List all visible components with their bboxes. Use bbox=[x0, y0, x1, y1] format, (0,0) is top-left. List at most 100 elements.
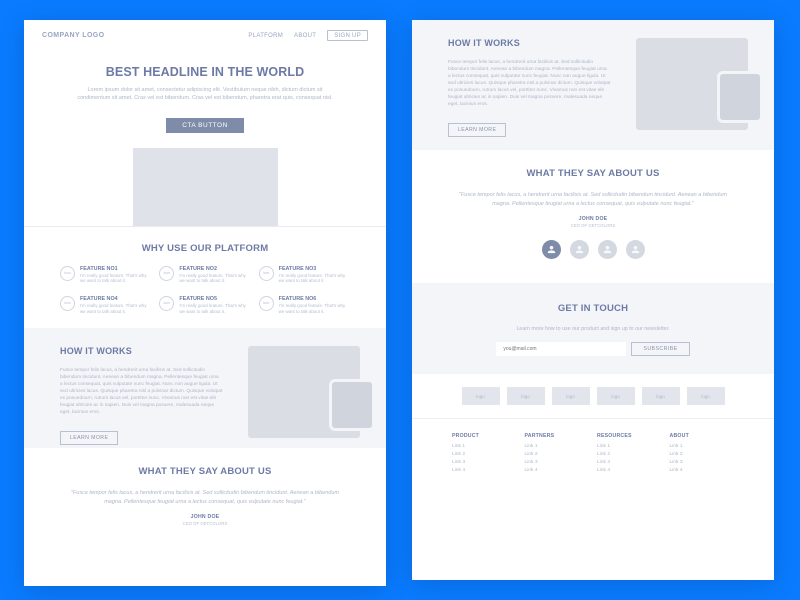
feature-icon: icon bbox=[60, 296, 75, 311]
testimonial-heading-2: WHAT THEY SAY ABOUT US bbox=[456, 168, 730, 179]
feature-4: icon FEATURE NO4I'm really good feature. … bbox=[60, 296, 151, 314]
subscribe-button[interactable]: SUBSCRIBE bbox=[631, 342, 689, 356]
signup-button[interactable]: SIGN UP bbox=[327, 30, 368, 41]
footer-link[interactable]: Link 2 bbox=[597, 452, 662, 457]
feature-5: icon FEATURE NO5I'm really good feature. … bbox=[159, 296, 250, 314]
avatar-4[interactable] bbox=[626, 240, 645, 259]
avatar-2[interactable] bbox=[570, 240, 589, 259]
features-section: WHY USE OUR PLATFORM iconFEATURE NO1I'm … bbox=[24, 226, 386, 329]
feature-6: icon FEATURE NO6I'm really good feature. … bbox=[259, 296, 350, 314]
testimonial-role-2: CEO OF GETCOLORS bbox=[456, 223, 730, 228]
cta-button[interactable]: CTA BUTTON bbox=[166, 118, 244, 133]
client-logo-4: logo bbox=[597, 387, 635, 405]
nav-menu: PLATFORM ABOUT SIGN UP bbox=[248, 30, 368, 41]
feature-title: FEATURE NO1 bbox=[80, 266, 151, 272]
how-heading-2: HOW IT WORKS bbox=[448, 38, 610, 48]
footer-link[interactable]: Link 2 bbox=[452, 452, 517, 457]
how-it-works-section-2: HOW IT WORKS Fusce tempor felis lacus, a… bbox=[412, 20, 774, 150]
person-icon bbox=[574, 244, 585, 255]
landing-page-bottom: HOW IT WORKS Fusce tempor felis lacus, a… bbox=[412, 20, 774, 580]
nav: COMPANY LOGO PLATFORM ABOUT SIGN UP bbox=[24, 20, 386, 47]
avatar-3[interactable] bbox=[598, 240, 617, 259]
feature-title: FEATURE NO5 bbox=[179, 296, 250, 302]
client-logo-6: logo bbox=[687, 387, 725, 405]
email-input[interactable] bbox=[496, 342, 626, 356]
feature-desc: I'm really good feature. That's why we w… bbox=[279, 273, 350, 284]
how-image-placeholder-small-2 bbox=[720, 74, 760, 120]
how-image-placeholder-small bbox=[332, 382, 372, 428]
how-body-2: Fusce tempor felis lacus, a hendrerit ur… bbox=[448, 60, 610, 109]
footer-link[interactable]: Link 4 bbox=[670, 468, 735, 473]
footer-link[interactable]: Link 4 bbox=[452, 468, 517, 473]
footer-col-heading: RESOURCES bbox=[597, 433, 662, 439]
feature-desc: I'm really good feature. That's why we w… bbox=[179, 303, 250, 314]
company-logo[interactable]: COMPANY LOGO bbox=[42, 32, 105, 39]
client-logo-3: logo bbox=[552, 387, 590, 405]
footer-col-3: ABOUT Link 1 Link 2 Link 3 Link 4 bbox=[670, 433, 735, 476]
footer-col-heading: ABOUT bbox=[670, 433, 735, 439]
client-logo-2: logo bbox=[507, 387, 545, 405]
feature-title: FEATURE NO4 bbox=[80, 296, 151, 302]
footer-link[interactable]: Link 1 bbox=[525, 444, 590, 449]
footer-link[interactable]: Link 2 bbox=[525, 452, 590, 457]
get-in-touch-section: GET IN TOUCH Learn more how to use our p… bbox=[412, 283, 774, 374]
testimonial-heading: WHAT THEY SAY ABOUT US bbox=[68, 466, 342, 477]
person-icon bbox=[546, 244, 557, 255]
avatar-row bbox=[456, 240, 730, 259]
feature-icon: icon bbox=[60, 266, 75, 281]
testimonial-author: JOHN DOE bbox=[68, 514, 342, 520]
client-logos: logo logo logo logo logo logo bbox=[412, 374, 774, 418]
feature-3: iconFEATURE NO3I'm really good feature. … bbox=[259, 266, 350, 284]
footer-col-heading: PRODUCT bbox=[452, 433, 517, 439]
feature-desc: I'm really good feature. That's why we w… bbox=[80, 303, 151, 314]
feature-2: icon FEATURE NO2I'm really good feature. … bbox=[159, 266, 250, 284]
person-icon bbox=[602, 244, 613, 255]
footer-col-0: PRODUCT Link 1 Link 2 Link 3 Link 4 bbox=[452, 433, 517, 476]
feature-desc: I'm really good feature. That's why we w… bbox=[279, 303, 350, 314]
features-heading: WHY USE OUR PLATFORM bbox=[60, 243, 350, 254]
subscribe-form: SUBSCRIBE bbox=[448, 342, 738, 356]
hero: BEST HEADLINE IN THE WORLD Lorem ipsum d… bbox=[24, 47, 386, 226]
testimonial-role: CEO OF GETCOLORS bbox=[68, 521, 342, 526]
features-grid: iconFEATURE NO1I'm really good feature. … bbox=[60, 266, 350, 315]
hero-image-placeholder bbox=[133, 148, 278, 226]
footer-link[interactable]: Link 4 bbox=[525, 468, 590, 473]
avatar-1[interactable] bbox=[542, 240, 561, 259]
learn-more-button[interactable]: LEARN MORE bbox=[60, 431, 118, 445]
landing-page-top: COMPANY LOGO PLATFORM ABOUT SIGN UP BEST… bbox=[24, 20, 386, 586]
testimonial-quote-2: "Fusce tempor felis lacus, a hendrerit u… bbox=[456, 191, 730, 208]
testimonial-author-2: JOHN DOE bbox=[456, 216, 730, 222]
footer-link[interactable]: Link 1 bbox=[670, 444, 735, 449]
client-logo-5: logo bbox=[642, 387, 680, 405]
feature-icon: icon bbox=[259, 296, 274, 311]
feature-title: FEATURE NO3 bbox=[279, 266, 350, 272]
nav-platform[interactable]: PLATFORM bbox=[248, 33, 283, 39]
feature-icon: icon bbox=[159, 296, 174, 311]
feature-title: FEATURE NO6 bbox=[279, 296, 350, 302]
touch-heading: GET IN TOUCH bbox=[448, 303, 738, 314]
footer-link[interactable]: Link 2 bbox=[670, 452, 735, 457]
how-heading: HOW IT WORKS bbox=[60, 346, 222, 356]
footer-link[interactable]: Link 3 bbox=[670, 460, 735, 465]
feature-desc: I'm really good feature. That's why we w… bbox=[80, 273, 151, 284]
footer-link[interactable]: Link 3 bbox=[597, 460, 662, 465]
feature-title: FEATURE NO2 bbox=[179, 266, 250, 272]
footer-link[interactable]: Link 3 bbox=[525, 460, 590, 465]
footer-col-1: PARTNERS Link 1 Link 2 Link 3 Link 4 bbox=[525, 433, 590, 476]
footer-col-2: RESOURCES Link 1 Link 2 Link 3 Link 4 bbox=[597, 433, 662, 476]
feature-desc: I'm really good feature. That's why we w… bbox=[179, 273, 250, 284]
footer-link[interactable]: Link 4 bbox=[597, 468, 662, 473]
footer-link[interactable]: Link 1 bbox=[452, 444, 517, 449]
hero-lead: Lorem ipsum dolor sit amet, consectetur … bbox=[72, 86, 338, 103]
nav-about[interactable]: ABOUT bbox=[294, 33, 316, 39]
testimonial-section-2: WHAT THEY SAY ABOUT US "Fusce tempor fel… bbox=[412, 150, 774, 265]
learn-more-button-2[interactable]: LEARN MORE bbox=[448, 123, 506, 137]
footer-link[interactable]: Link 3 bbox=[452, 460, 517, 465]
how-body: Fusce tempor felis lacus, a hendrerit ur… bbox=[60, 368, 222, 417]
how-it-works-section: HOW IT WORKS Fusce tempor felis lacus, a… bbox=[24, 328, 386, 448]
feature-icon: icon bbox=[159, 266, 174, 281]
footer-link[interactable]: Link 1 bbox=[597, 444, 662, 449]
client-logo-1: logo bbox=[462, 387, 500, 405]
testimonial-quote: "Fusce tempor felis lacus, a hendrerit u… bbox=[68, 489, 342, 506]
footer-col-heading: PARTNERS bbox=[525, 433, 590, 439]
